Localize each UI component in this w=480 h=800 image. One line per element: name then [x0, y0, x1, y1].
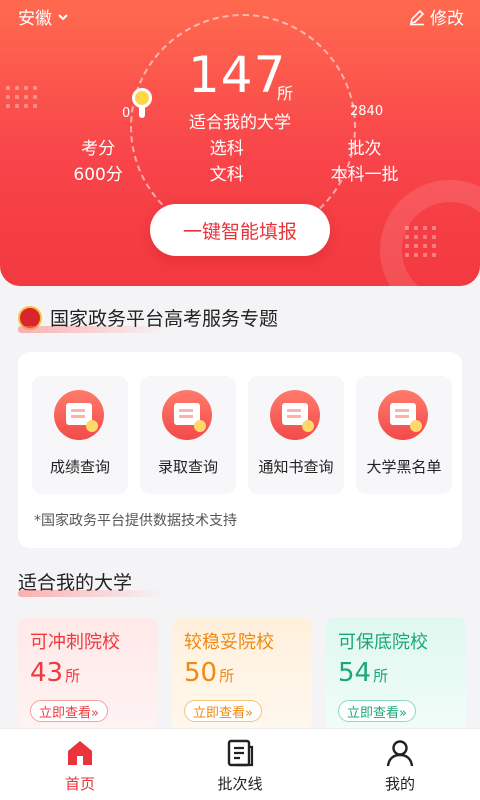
service-label: 录取查询: [157, 458, 218, 476]
pencil-icon: [409, 9, 425, 25]
stat-value: 文科: [209, 165, 244, 185]
hero-header: 安徽 修改 147 所 适合我的大学 0 2840 考分 600分 选科 文科 …: [0, 0, 480, 286]
blacklist-icon: [378, 390, 428, 440]
service-score-query[interactable]: 成绩查询: [32, 376, 128, 494]
service-label: 成绩查询: [49, 458, 110, 476]
edit-button[interactable]: 修改: [408, 4, 464, 29]
tab-label: 我的: [384, 775, 415, 793]
stat-label: 考分: [81, 139, 116, 159]
match-count-label: 适合我的大学: [189, 113, 291, 133]
tab-home[interactable]: 首页: [30, 737, 130, 797]
stat-batch: 批次 本科一批: [331, 136, 399, 188]
range-max: 2840: [350, 104, 384, 119]
view-now-button[interactable]: 立即查看»: [338, 700, 416, 722]
card-count: 50 所: [184, 658, 235, 688]
match-count-unit: 所: [277, 84, 294, 103]
province-selector[interactable]: 安徽: [18, 4, 70, 29]
stat-subject: 选科 文科: [210, 136, 244, 188]
stat-value: 本科一批: [330, 165, 399, 185]
smart-fill-button[interactable]: 一键智能填报: [150, 204, 330, 256]
province-label: 安徽: [18, 9, 52, 29]
match-count: 147: [188, 46, 287, 104]
university-categories: 可冲刺院校 43 所 立即查看» 较稳妥院校 50 所 立即查看» 可保底院校 54…: [18, 618, 466, 730]
location-pin-icon: [132, 88, 152, 108]
service-notice-query[interactable]: 通知书查询: [248, 376, 344, 494]
edit-label: 修改: [430, 9, 464, 29]
service-list: 成绩查询 录取查询 通知书查询 大学黑名单: [32, 376, 452, 494]
card-title: 较稳妥院校: [184, 632, 274, 653]
tab-label: 批次线: [217, 775, 263, 793]
user-icon: [386, 740, 414, 767]
service-label: 大学黑名单: [366, 458, 442, 476]
view-now-button[interactable]: 立即查看»: [184, 700, 262, 722]
view-now-button[interactable]: 立即查看»: [30, 700, 108, 722]
card-count: 54 所: [338, 658, 389, 688]
gov-services-card: 成绩查询 录取查询 通知书查询 大学黑名单 *国家政务平台提供数据技术支持: [18, 352, 462, 548]
score-stats: 考分 600分 选科 文科 批次 本科一批: [0, 136, 480, 188]
stat-label: 批次: [347, 139, 382, 159]
stat-score: 考分 600分: [73, 136, 122, 188]
stat-label: 选科: [209, 139, 244, 159]
tab-mine[interactable]: 我的: [350, 737, 450, 797]
title-underline: [18, 590, 164, 597]
card-count: 43 所: [30, 658, 81, 688]
chevron-down-icon: [58, 13, 68, 20]
decorative-dots: [405, 226, 436, 257]
service-blacklist[interactable]: 大学黑名单: [356, 376, 452, 494]
safety-schools-card[interactable]: 可保底院校 54 所 立即查看»: [326, 618, 466, 730]
document-icon: [227, 739, 254, 767]
home-icon: [68, 741, 92, 765]
reach-schools-card[interactable]: 可冲刺院校 43 所 立即查看»: [18, 618, 158, 730]
tab-batch-line[interactable]: 批次线: [190, 737, 290, 797]
service-admission-query[interactable]: 录取查询: [140, 376, 236, 494]
gov-section-title: 国家政务平台高考服务专题: [18, 304, 278, 333]
service-label: 通知书查询: [258, 458, 334, 476]
bottom-tab-bar: 首页 批次线 我的: [0, 728, 480, 800]
tab-label: 首页: [64, 775, 95, 793]
card-title: 可冲刺院校: [30, 632, 120, 653]
score-query-icon: [54, 390, 104, 440]
match-schools-card[interactable]: 较稳妥院校 50 所 立即查看»: [172, 618, 312, 730]
data-source-note: *国家政务平台提供数据技术支持: [34, 513, 237, 529]
stat-value: 600分: [73, 165, 123, 185]
uni-section-title: 适合我的大学: [18, 568, 164, 597]
title-underline: [18, 326, 168, 333]
decorative-dots: [6, 86, 37, 108]
range-min: 0: [122, 106, 131, 121]
admission-query-icon: [162, 390, 212, 440]
card-title: 可保底院校: [338, 632, 428, 653]
notice-query-icon: [270, 390, 320, 440]
